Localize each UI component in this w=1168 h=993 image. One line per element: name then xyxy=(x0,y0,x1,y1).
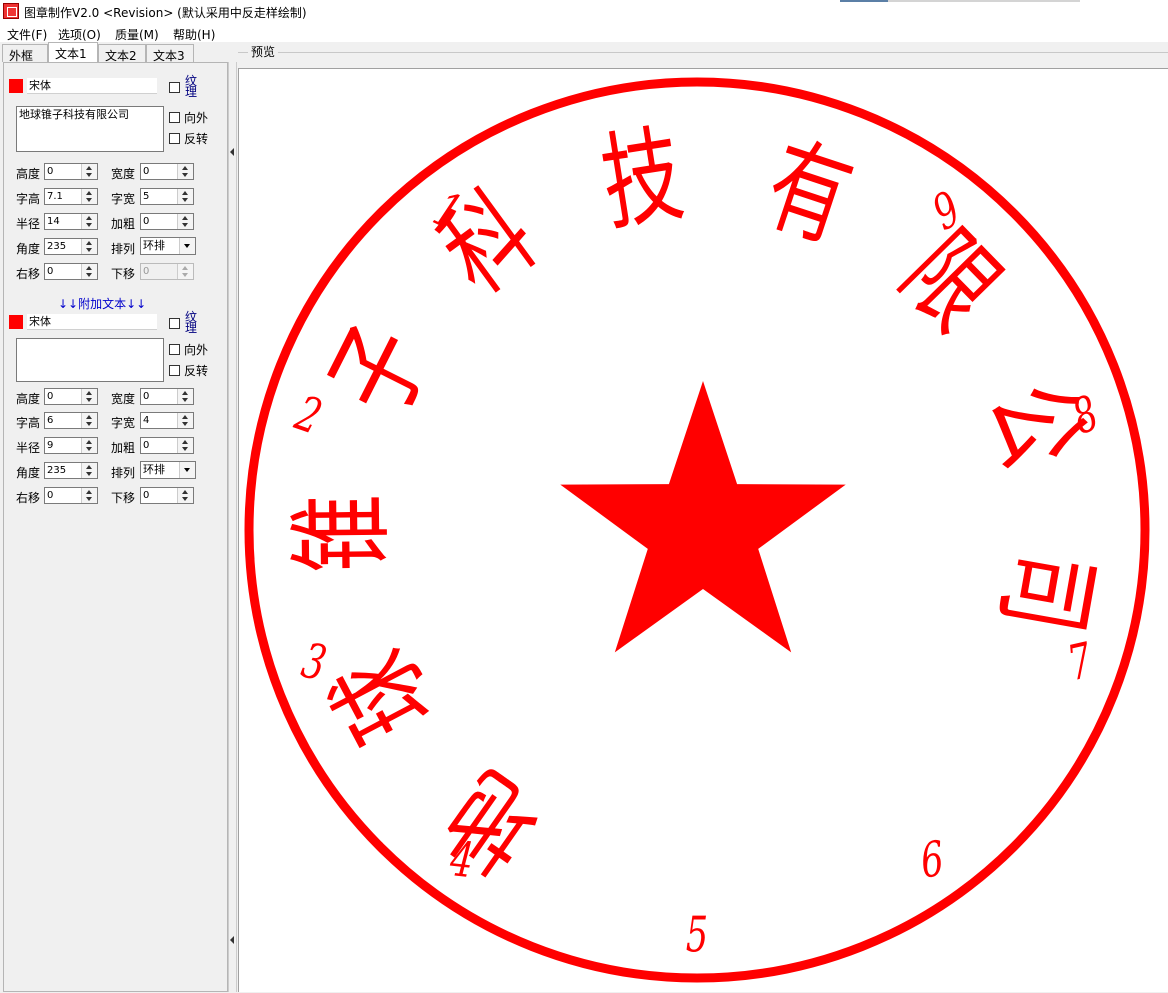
seal-char: 司 xyxy=(979,542,1113,641)
shift-right-label: 右移 xyxy=(16,267,41,281)
extra-char-width-label: 字宽 xyxy=(111,416,136,430)
extra-bold-spinner[interactable]: 0 xyxy=(140,437,194,454)
seal-char: 球 xyxy=(310,632,455,759)
menu-options[interactable]: 选项(O) xyxy=(58,26,101,43)
extra-height-spinner[interactable]: 0 xyxy=(44,388,98,405)
radius-spinner[interactable]: 14 xyxy=(44,213,98,230)
extra-arrange-select[interactable]: 环排 xyxy=(140,461,196,479)
extra-shift-down-spinner[interactable]: 0 xyxy=(140,487,194,504)
menu-bar: 文件(F) 选项(O) 质量(M) 帮助(H) xyxy=(0,24,1168,42)
menu-file[interactable]: 文件(F) xyxy=(7,26,47,43)
char-height-label: 字高 xyxy=(16,192,41,206)
title-bar: 图章制作V2.0 <Revision> (默认采用中反走样绘制) xyxy=(0,0,1168,24)
seal-number: 6 xyxy=(918,831,947,889)
texture-checkbox[interactable] xyxy=(169,82,180,93)
extra-shift-down-label: 下移 xyxy=(111,491,136,505)
main-text-input[interactable]: 地球锥子科技有限公司 xyxy=(16,106,164,152)
width-spinner[interactable]: 0 xyxy=(140,163,194,180)
extra-texture-checkbox[interactable] xyxy=(169,318,180,329)
text-settings-panel: 宋体 纹理 地球锥子科技有限公司 向外 反转 高度 0 宽度 0 字高 7.1 … xyxy=(3,62,228,992)
extra-char-width-spinner[interactable]: 4 xyxy=(140,412,194,429)
seal-char: 子 xyxy=(307,308,452,433)
seal-drawing: 地球锥子科技有限公司 123456789 xyxy=(244,77,1150,983)
seal-char: 技 xyxy=(594,113,691,246)
extra-outward-label: 向外 xyxy=(184,343,209,357)
char-width-label: 字宽 xyxy=(111,192,136,206)
menu-help[interactable]: 帮助(H) xyxy=(173,26,215,43)
seal-char: 科 xyxy=(420,171,556,316)
preview-group-border xyxy=(238,52,1168,53)
shift-right-spinner[interactable]: 0 xyxy=(44,263,98,280)
extra-arrange-label: 排列 xyxy=(111,466,136,480)
outward-label: 向外 xyxy=(184,111,209,125)
angle-spinner[interactable]: 235 xyxy=(44,238,98,255)
seal-number: 5 xyxy=(686,907,708,963)
collapse-left-icon[interactable] xyxy=(230,148,234,156)
extra-width-label: 宽度 xyxy=(111,392,136,406)
radius-label: 半径 xyxy=(16,217,41,231)
char-width-spinner[interactable]: 5 xyxy=(140,188,194,205)
font-selector[interactable]: 宋体 xyxy=(27,78,157,94)
extra-char-height-label: 字高 xyxy=(16,416,41,430)
extra-text-color-swatch[interactable] xyxy=(9,315,23,329)
shift-down-spinner: 0 xyxy=(140,263,194,280)
bold-label: 加粗 xyxy=(111,217,136,231)
tab-frame[interactable]: 外框 xyxy=(2,44,48,63)
window-title: 图章制作V2.0 <Revision> (默认采用中反走样绘制) xyxy=(24,6,307,20)
preview-label: 预览 xyxy=(248,43,279,60)
tab-text2[interactable]: 文本2 xyxy=(98,44,146,63)
extra-radius-label: 半径 xyxy=(16,441,41,455)
text-color-swatch[interactable] xyxy=(9,79,23,93)
extra-height-label: 高度 xyxy=(16,392,41,406)
menu-quality[interactable]: 质量(M) xyxy=(115,26,159,43)
collapse-left-icon-bottom[interactable] xyxy=(230,936,234,944)
extra-reverse-label: 反转 xyxy=(184,364,209,378)
extra-shift-right-spinner[interactable]: 0 xyxy=(44,487,98,504)
seal-char: 地 xyxy=(426,748,561,893)
width-label: 宽度 xyxy=(111,167,136,181)
angle-label: 角度 xyxy=(16,242,41,256)
app-seal-icon xyxy=(3,3,19,19)
extra-texture-label: 纹理 xyxy=(185,310,198,335)
height-label: 高度 xyxy=(16,167,41,181)
extra-reverse-checkbox[interactable] xyxy=(169,365,180,376)
tab-text1[interactable]: 文本1 xyxy=(48,42,98,63)
title-bar-divider xyxy=(888,0,1080,2)
panel-splitter[interactable] xyxy=(228,62,237,992)
seal-number: 9 xyxy=(924,181,968,241)
seal-star-icon xyxy=(560,381,846,653)
arrange-select[interactable]: 环排 xyxy=(140,237,196,255)
seal-preview-canvas: 地球锥子科技有限公司 123456789 xyxy=(238,68,1168,992)
extra-angle-label: 角度 xyxy=(16,466,41,480)
char-height-spinner[interactable]: 7.1 xyxy=(44,188,98,205)
bold-spinner[interactable]: 0 xyxy=(140,213,194,230)
reverse-checkbox[interactable] xyxy=(169,133,180,144)
height-spinner[interactable]: 0 xyxy=(44,163,98,180)
extra-char-height-spinner[interactable]: 6 xyxy=(44,412,98,429)
chevron-down-icon xyxy=(179,238,195,254)
seal-number: 2 xyxy=(288,385,328,446)
extra-text-input[interactable] xyxy=(16,338,164,382)
seal-char: 锥 xyxy=(280,493,403,573)
extra-radius-spinner[interactable]: 9 xyxy=(44,437,98,454)
outward-checkbox[interactable] xyxy=(169,112,180,123)
chevron-down-icon xyxy=(179,462,195,478)
title-bar-accent xyxy=(840,0,888,2)
extra-shift-right-label: 右移 xyxy=(16,491,41,505)
texture-label: 纹理 xyxy=(185,74,198,99)
tab-text3[interactable]: 文本3 xyxy=(146,44,194,63)
seal-number: 7 xyxy=(1063,632,1097,692)
seal-char: 有 xyxy=(752,123,865,264)
shift-down-label: 下移 xyxy=(111,267,136,281)
extra-font-selector[interactable]: 宋体 xyxy=(27,314,157,330)
extra-bold-label: 加粗 xyxy=(111,441,136,455)
extra-text-heading: ↓↓附加文本↓↓ xyxy=(58,297,147,311)
extra-outward-checkbox[interactable] xyxy=(169,344,180,355)
extra-angle-spinner[interactable]: 235 xyxy=(44,462,98,479)
extra-width-spinner[interactable]: 0 xyxy=(140,388,194,405)
arrange-label: 排列 xyxy=(111,242,136,256)
reverse-label: 反转 xyxy=(184,132,209,146)
